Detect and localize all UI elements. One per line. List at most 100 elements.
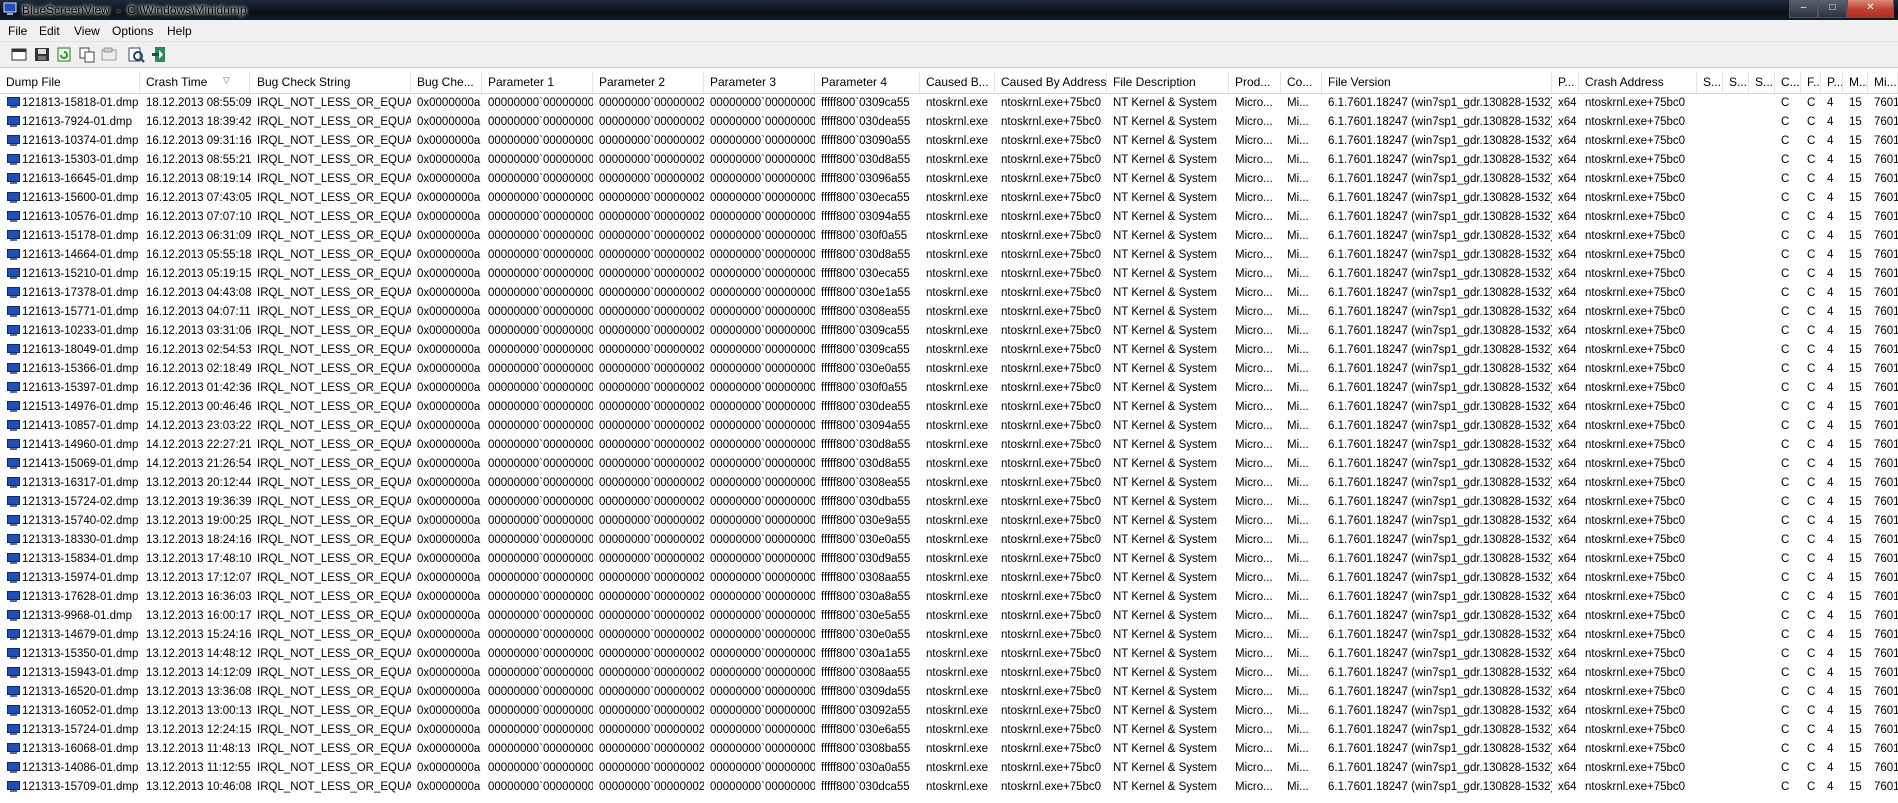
column-s1[interactable]: S... [1697, 72, 1723, 93]
column-bug-check-string[interactable]: Bug Check String [251, 72, 411, 93]
column-dump-file[interactable]: Dump File [0, 72, 140, 93]
computer-cell: C [1781, 667, 1790, 679]
table-row[interactable]: 121413-10857-01.dmp 14.12.2013 23:03:22 … [0, 417, 1898, 436]
table-row[interactable]: 121613-10576-01.dmp 16.12.2013 07:07:10 … [0, 208, 1898, 227]
column-caused-by-address[interactable]: Caused By Address [995, 72, 1107, 93]
table-row[interactable]: 121413-14960-01.dmp 14.12.2013 22:27:21 … [0, 436, 1898, 455]
table-row[interactable]: 121313-16068-01.dmp 13.12.2013 11:48:13 … [0, 740, 1898, 759]
table-row[interactable]: 121313-15350-01.dmp 13.12.2013 14:48:12 … [0, 645, 1898, 664]
copy-icon[interactable] [78, 46, 96, 63]
column-parameter-1[interactable]: Parameter 1 [482, 72, 593, 93]
parameter-2-cell: 00000000`00000002 [599, 686, 704, 698]
table-row[interactable]: 121313-16317-01.dmp 13.12.2013 20:12:44 … [0, 474, 1898, 493]
table-row[interactable]: 121613-15771-01.dmp 16.12.2013 04:07:11 … [0, 303, 1898, 322]
column-major-version[interactable]: M... [1843, 72, 1868, 93]
exit-icon[interactable] [150, 46, 168, 63]
column-product-name[interactable]: Prod... [1229, 72, 1281, 93]
menu-view[interactable]: View [74, 24, 100, 38]
table-row[interactable]: 121613-16645-01.dmp 16.12.2013 08:19:14 … [0, 170, 1898, 189]
table-row[interactable]: 121513-14976-01.dmp 15.12.2013 00:46:46 … [0, 398, 1898, 417]
company-cell: Mi... [1287, 534, 1309, 546]
dump-file-cell: 121313-16068-01.dmp [22, 743, 139, 755]
table-row[interactable]: 121613-10233-01.dmp 16.12.2013 03:31:06 … [0, 322, 1898, 341]
crash-address-cell: ntoskrnl.exe+75bc0 [1585, 743, 1686, 755]
parameter-1-cell: 00000000`00000000 [488, 173, 593, 185]
table-row[interactable]: 121313-15943-01.dmp 13.12.2013 14:12:09 … [0, 664, 1898, 683]
table-row[interactable]: 121313-9968-01.dmp 13.12.2013 16:00:17 I… [0, 607, 1898, 626]
major-version-cell: 15 [1849, 97, 1862, 109]
table-row[interactable]: 121313-14679-01.dmp 13.12.2013 15:24:16 … [0, 626, 1898, 645]
s2-cell [1723, 417, 1749, 436]
table-row[interactable]: 121313-15709-01.dmp 13.12.2013 10:46:08 … [0, 778, 1898, 797]
table-row[interactable]: 121613-14664-01.dmp 16.12.2013 05:55:18 … [0, 246, 1898, 265]
bug-check-string-cell: IRQL_NOT_LESS_OR_EQUAL [257, 705, 411, 717]
table-row[interactable]: 121613-10374-01.dmp 16.12.2013 09:31:16 … [0, 132, 1898, 151]
file-version-cell: 6.1.7601.18247 (win7sp1_gdr.130828-1532) [1328, 686, 1552, 698]
table-row[interactable]: 121613-15366-01.dmp 16.12.2013 02:18:49 … [0, 360, 1898, 379]
column-caused-by-driver[interactable]: Caused B... [920, 72, 995, 93]
column-processors-count[interactable]: P... [1821, 72, 1843, 93]
properties-icon[interactable] [100, 46, 118, 63]
column-computer[interactable]: C... [1775, 72, 1801, 93]
company-cell: Mi... [1287, 439, 1309, 451]
table-row[interactable]: 121313-15740-02.dmp 13.12.2013 19:00:25 … [0, 512, 1898, 531]
menu-options[interactable]: Options [112, 24, 153, 38]
menu-help[interactable]: Help [167, 24, 192, 38]
bug-check-code-cell: 0x0000000a [417, 116, 481, 128]
column-parameter-4[interactable]: Parameter 4 [815, 72, 920, 93]
table-row[interactable]: 121613-15303-01.dmp 16.12.2013 08:55:21 … [0, 151, 1898, 170]
table-row[interactable]: 121613-15178-01.dmp 16.12.2013 06:31:09 … [0, 227, 1898, 246]
maximize-button[interactable]: □ [1818, 0, 1847, 18]
parameter-1-cell: 00000000`00000000 [488, 534, 593, 546]
s2-cell [1723, 398, 1749, 417]
caused-by-address-cell: ntoskrnl.exe+75bc0 [1001, 135, 1102, 147]
column-full-path[interactable]: F... [1801, 72, 1821, 93]
table-row[interactable]: 121613-7924-01.dmp 16.12.2013 18:39:42 I… [0, 113, 1898, 132]
parameter-3-cell: 00000000`00000000 [710, 629, 815, 641]
column-crash-address[interactable]: Crash Address [1579, 72, 1697, 93]
table-row[interactable]: 121413-15069-01.dmp 14.12.2013 21:26:54 … [0, 455, 1898, 474]
table-row[interactable]: 121313-18330-01.dmp 13.12.2013 18:24:16 … [0, 531, 1898, 550]
column-bug-check-code[interactable]: Bug Che... [411, 72, 482, 93]
column-s3[interactable]: S... [1749, 72, 1775, 93]
column-s2[interactable]: S... [1723, 72, 1749, 93]
refresh-icon[interactable] [55, 46, 73, 63]
table-row[interactable]: 121313-17628-01.dmp 13.12.2013 16:36:03 … [0, 588, 1898, 607]
table-row[interactable]: 121813-15818-01.dmp 18.12.2013 08:55:09 … [0, 94, 1898, 113]
computer-cell: C [1781, 439, 1790, 451]
table-row[interactable]: 121313-15724-02.dmp 13.12.2013 19:36:39 … [0, 493, 1898, 512]
html-report-icon[interactable] [10, 46, 28, 63]
save-icon[interactable] [33, 46, 51, 63]
bug-check-code-cell: 0x0000000a [417, 154, 481, 166]
column-file-version[interactable]: File Version [1322, 72, 1552, 93]
processors-count-cell: 4 [1827, 344, 1834, 356]
s2-cell [1723, 626, 1749, 645]
table-row[interactable]: 121613-15397-01.dmp 16.12.2013 01:42:36 … [0, 379, 1898, 398]
table-row[interactable]: 121313-15834-01.dmp 13.12.2013 17:48:10 … [0, 550, 1898, 569]
table-row[interactable]: 121613-17378-01.dmp 16.12.2013 04:43:08 … [0, 284, 1898, 303]
column-file-description[interactable]: File Description [1107, 72, 1229, 93]
find-icon[interactable] [127, 46, 145, 63]
menu-file[interactable]: File [8, 24, 27, 38]
minimize-button[interactable]: – [1789, 0, 1818, 18]
crash-address-cell: ntoskrnl.exe+75bc0 [1585, 97, 1686, 109]
column-minor-version[interactable]: Mi... [1868, 72, 1898, 93]
close-button[interactable]: ✕ [1847, 0, 1894, 18]
processor-cell: x64 [1558, 154, 1577, 166]
table-row[interactable]: 121313-15974-01.dmp 13.12.2013 17:12:07 … [0, 569, 1898, 588]
column-company[interactable]: Co... [1281, 72, 1322, 93]
table-row[interactable]: 121313-15724-01.dmp 13.12.2013 12:24:15 … [0, 721, 1898, 740]
parameter-3-cell: 00000000`00000000 [710, 686, 815, 698]
table-row[interactable]: 121613-15210-01.dmp 16.12.2013 05:19:15 … [0, 265, 1898, 284]
company-cell: Mi... [1287, 230, 1309, 242]
column-parameter-3[interactable]: Parameter 3 [704, 72, 815, 93]
table-row[interactable]: 121613-15600-01.dmp 16.12.2013 07:43:05 … [0, 189, 1898, 208]
column-crash-time[interactable]: Crash Time [140, 72, 250, 93]
menu-edit[interactable]: Edit [39, 24, 60, 38]
table-row[interactable]: 121313-16520-01.dmp 13.12.2013 13:36:08 … [0, 683, 1898, 702]
table-row[interactable]: 121313-14086-01.dmp 13.12.2013 11:12:55 … [0, 759, 1898, 778]
column-processor[interactable]: P... [1552, 72, 1579, 93]
table-row[interactable]: 121313-16052-01.dmp 13.12.2013 13:00:13 … [0, 702, 1898, 721]
column-parameter-2[interactable]: Parameter 2 [593, 72, 704, 93]
table-row[interactable]: 121613-18049-01.dmp 16.12.2013 02:54:53 … [0, 341, 1898, 360]
